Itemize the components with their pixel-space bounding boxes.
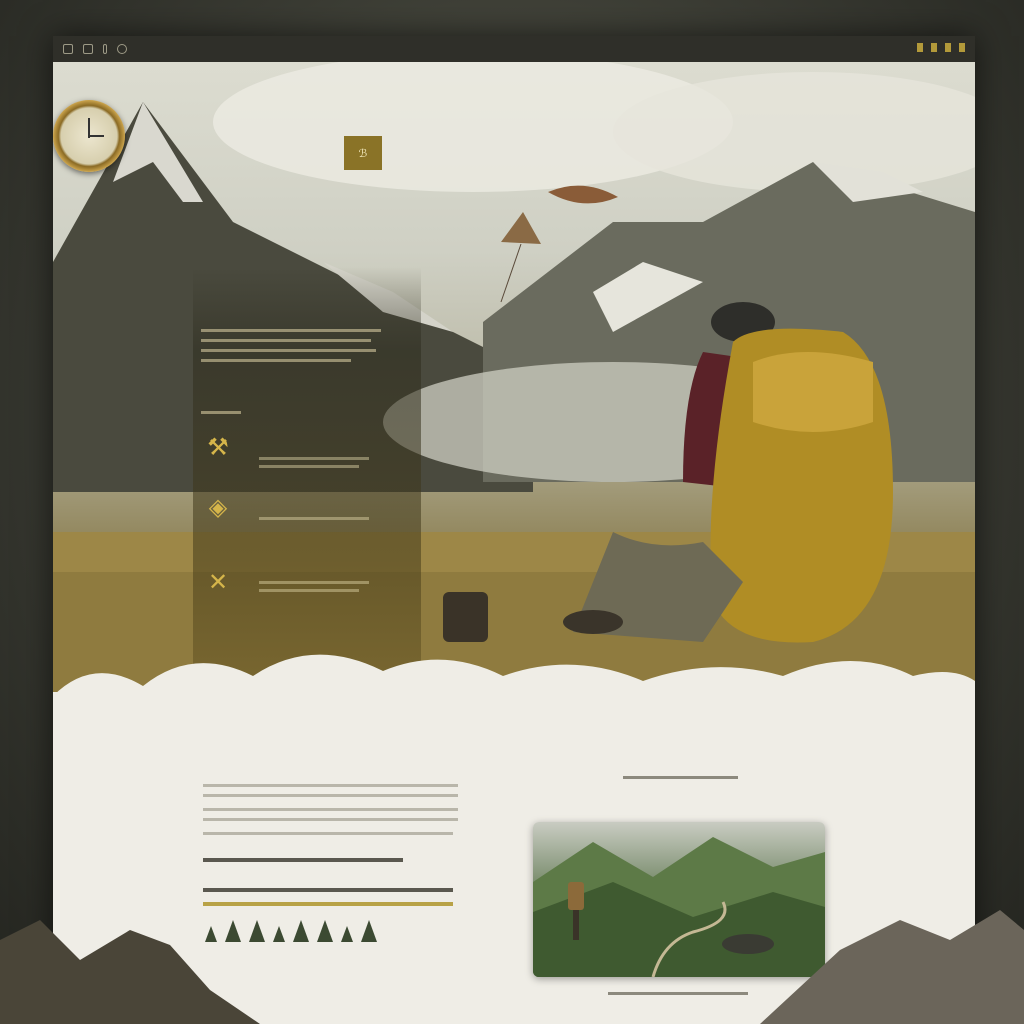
pickaxe-icon: ⚒ [207, 433, 229, 461]
pocket-watch-icon [53, 100, 125, 172]
hero-text-line [201, 359, 351, 362]
hero-info-panel: ⚒ ◈ ✕ [193, 267, 421, 687]
settings-icon[interactable] [117, 44, 127, 54]
nav-action-icon-3[interactable] [945, 43, 951, 52]
feature-label-line [201, 411, 241, 414]
nav-action-icon-1[interactable] [917, 43, 923, 52]
body-text-line [203, 818, 458, 821]
body-text-line [203, 808, 458, 811]
logo-badge[interactable]: ℬ [344, 136, 382, 170]
foreground-mountains [0, 910, 1024, 1024]
emphasis-text-line [203, 888, 453, 892]
top-navbar [53, 36, 975, 62]
caption-line [623, 776, 738, 779]
mail-icon[interactable] [83, 44, 93, 54]
compass-icon: ◈ [208, 493, 228, 521]
hero-section: ℬ ⚒ ◈ ✕ [53, 62, 975, 692]
hero-text-line [201, 329, 381, 332]
hero-illustration [53, 62, 975, 692]
body-text-line [203, 784, 458, 787]
feature-text-line [259, 517, 369, 520]
hero-text-line [201, 339, 371, 342]
emphasis-text-line [203, 858, 403, 862]
feature-text-line [259, 581, 369, 584]
home-icon[interactable] [63, 44, 73, 54]
feature-text-line [259, 589, 359, 592]
nav-action-icon-4[interactable] [959, 43, 965, 52]
page-frame: ℬ ⚒ ◈ ✕ [53, 36, 975, 1024]
menu-icon[interactable] [103, 44, 107, 54]
nav-action-icon-2[interactable] [931, 43, 937, 52]
hero-text-line [201, 349, 376, 352]
nav-actions [917, 43, 965, 52]
feature-text-line [259, 465, 359, 468]
body-text-line [203, 794, 458, 797]
nav-icon-group [53, 44, 127, 54]
crossed-tools-icon: ✕ [207, 568, 229, 596]
feature-text-line [259, 457, 369, 460]
body-text-line [203, 832, 453, 835]
